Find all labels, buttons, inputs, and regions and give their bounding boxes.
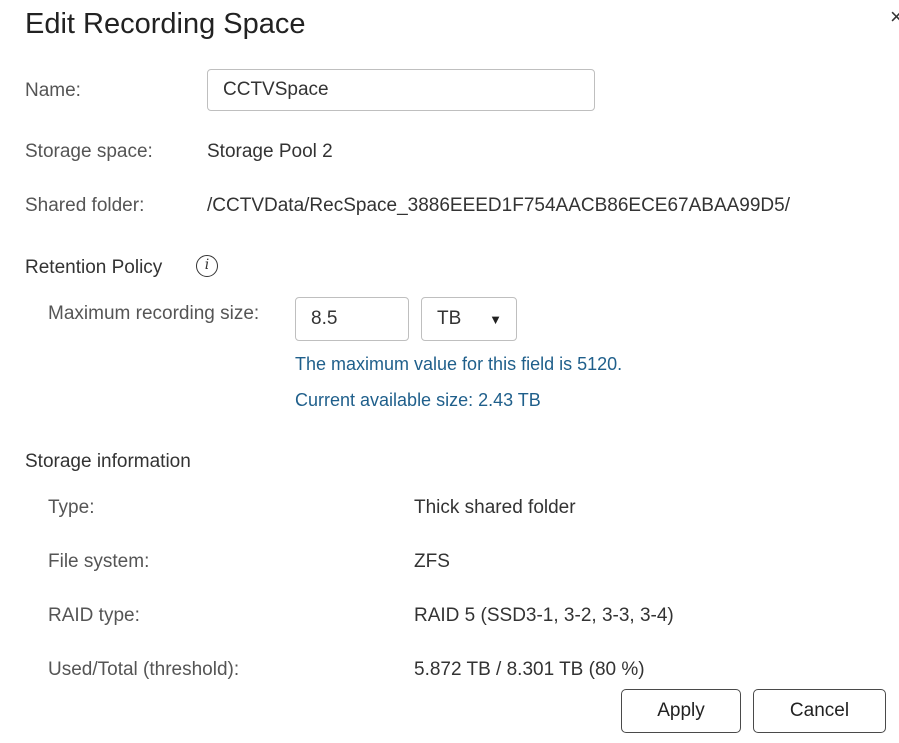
storage-info-row-value: Thick shared folder <box>414 497 576 518</box>
storage-info-row-value: 5.872 TB / 8.301 TB (80 %) <box>414 659 645 680</box>
dialog-title: Edit Recording Space <box>25 8 306 40</box>
storage-info-row-label: RAID type: <box>48 605 140 626</box>
unit-select-value: TB <box>437 308 462 329</box>
storage-information-heading: Storage information <box>25 451 191 472</box>
storage-space-label: Storage space: <box>25 141 153 162</box>
edit-recording-space-dialog: Edit Recording Space × Name: Storage spa… <box>0 0 899 743</box>
max-value-hint: The maximum value for this field is 5120… <box>295 354 623 374</box>
close-icon[interactable]: × <box>890 4 899 30</box>
info-icon[interactable]: i <box>196 255 218 277</box>
unit-select[interactable]: TB ▼ <box>421 297 517 341</box>
retention-policy-heading: Retention Policy <box>25 257 163 278</box>
cancel-button[interactable]: Cancel <box>753 689 886 733</box>
shared-folder-label: Shared folder: <box>25 195 145 216</box>
apply-button[interactable]: Apply <box>621 689 741 733</box>
storage-info-row-label: Type: <box>48 497 95 518</box>
max-recording-size-input[interactable] <box>295 297 409 341</box>
name-label: Name: <box>25 80 81 101</box>
max-recording-size-label: Maximum recording size: <box>48 303 260 324</box>
storage-info-row-label: Used/Total (threshold): <box>48 659 240 680</box>
storage-info-row-value: RAID 5 (SSD3-1, 3-2, 3-3, 3-4) <box>414 605 674 626</box>
shared-folder-value: /CCTVData/RecSpace_3886EEED1F754AACB86EC… <box>207 195 790 216</box>
available-size-hint: Current available size: 2.43 TB <box>295 390 541 410</box>
storage-info-row-label: File system: <box>48 551 150 572</box>
name-input[interactable] <box>207 69 595 111</box>
storage-space-value: Storage Pool 2 <box>207 141 333 162</box>
chevron-down-icon: ▼ <box>489 311 502 327</box>
storage-info-row-value: ZFS <box>414 551 450 572</box>
